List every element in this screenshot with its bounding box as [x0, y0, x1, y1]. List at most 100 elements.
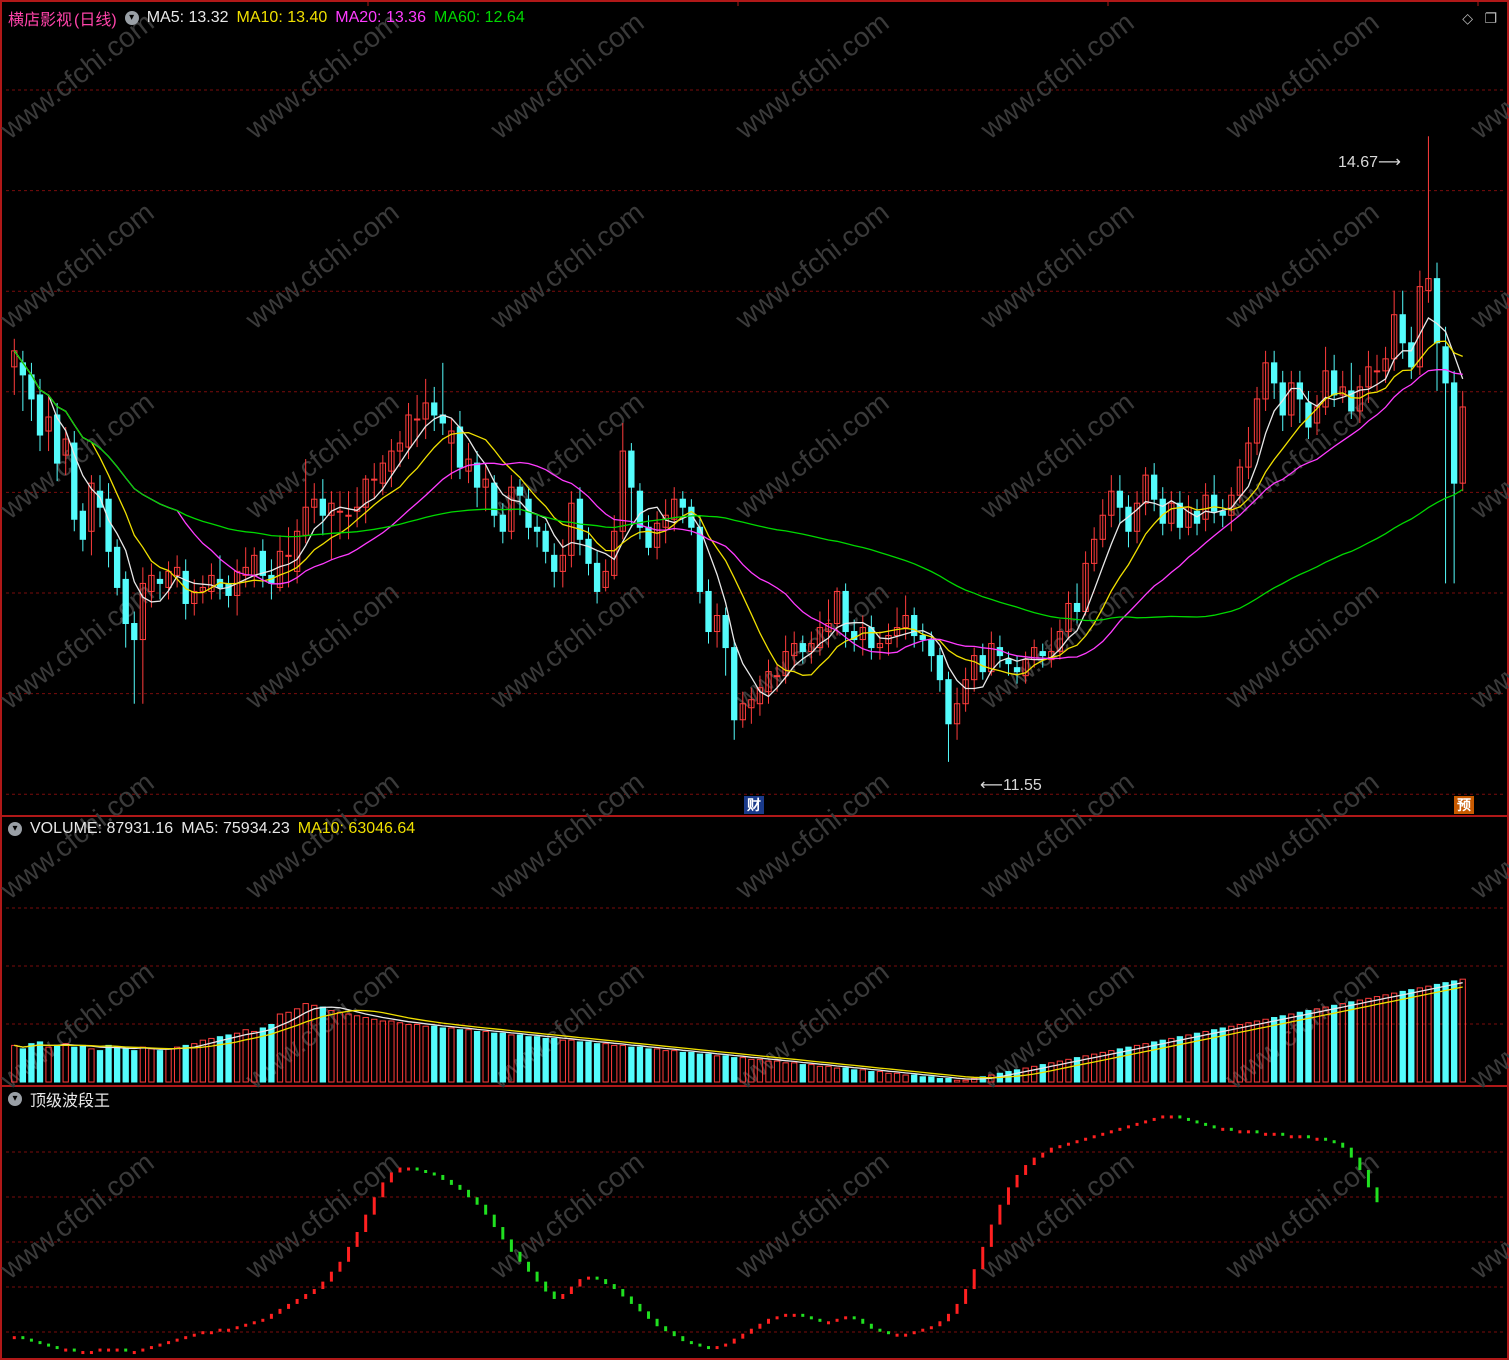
volume-bar: [1348, 1001, 1355, 1083]
wave-bar: [1375, 1187, 1379, 1203]
volume-bar: [208, 1037, 215, 1083]
wave-bar: [124, 1348, 128, 1352]
wave-bar: [1255, 1130, 1259, 1134]
candle-body: [371, 478, 378, 481]
volume-bar: [1373, 996, 1381, 1083]
wave-bar: [1341, 1142, 1345, 1148]
dropdown-icon[interactable]: ▾: [8, 1092, 22, 1106]
wave-bar: [1135, 1122, 1139, 1126]
volume-bar: [105, 1044, 112, 1083]
candle-body: [551, 554, 558, 572]
watermark-text: www.cfchi.com: [0, 386, 160, 525]
watermark-text: www.cfchi.com: [974, 6, 1140, 145]
volume-bar: [551, 1037, 558, 1083]
candle-body: [1116, 490, 1124, 508]
watermark-text: www.cfchi.com: [484, 576, 650, 715]
volume-bar: [88, 1048, 95, 1083]
volume-bar: [19, 1048, 27, 1083]
volume-bar: [611, 1044, 618, 1083]
wave-bar: [1049, 1147, 1053, 1153]
copy-icon[interactable]: ❐: [1484, 10, 1497, 27]
watermark-text: www.cfchi.com: [1464, 386, 1509, 525]
candle-body: [1211, 494, 1218, 512]
watermark-text: www.cfchi.com: [729, 766, 895, 905]
volume-bar: [53, 1044, 61, 1083]
wave-bar: [869, 1323, 873, 1329]
wave-bar: [527, 1261, 531, 1272]
wave-bar: [569, 1286, 573, 1294]
wave-bar: [329, 1271, 333, 1282]
wave-bar: [921, 1328, 925, 1332]
watermark-text: www.cfchi.com: [729, 196, 895, 335]
period-label[interactable]: (日线): [74, 6, 117, 30]
wave-bar: [1032, 1157, 1036, 1166]
wave-bar: [1109, 1130, 1113, 1134]
candle-body: [345, 514, 352, 517]
finance-badge[interactable]: 财: [744, 796, 764, 814]
volume-bar: [525, 1036, 532, 1083]
watermark-text: www.cfchi.com: [1219, 766, 1385, 905]
candle-body: [919, 635, 926, 641]
volume-bar: [688, 1051, 695, 1083]
candle-body: [576, 498, 584, 540]
volume-bar: [28, 1043, 35, 1083]
wave-bar: [304, 1294, 308, 1299]
wave-bar: [724, 1343, 728, 1347]
wave-bar: [227, 1328, 231, 1332]
wave-bar: [38, 1341, 42, 1345]
wave-bar: [1186, 1117, 1190, 1121]
volume-bar: [1142, 1043, 1149, 1083]
candle-body: [585, 538, 592, 564]
wave-bar: [261, 1318, 265, 1322]
candle-body: [113, 546, 121, 588]
wave-bar: [1272, 1132, 1276, 1136]
wave-bar: [707, 1346, 711, 1350]
wave-bar: [64, 1348, 68, 1352]
candle-body: [928, 639, 935, 657]
volume-bar: [885, 1072, 892, 1083]
candle-body: [1151, 474, 1158, 500]
dropdown-icon[interactable]: ▾: [8, 822, 22, 836]
watermark-text: www.cfchi.com: [239, 576, 405, 715]
watermark-text: www.cfchi.com: [729, 1146, 895, 1285]
volume-bar: [422, 1025, 429, 1083]
volume-bar: [405, 1023, 412, 1083]
volume-bar: [379, 1020, 386, 1083]
watermark-text: www.cfchi.com: [239, 1146, 405, 1285]
volume-bar: [859, 1069, 866, 1083]
volume-bar: [148, 1048, 155, 1083]
candle-body: [225, 582, 232, 596]
wave-bar: [407, 1167, 411, 1171]
wave-bar: [347, 1246, 351, 1262]
volume-bar: [1365, 997, 1372, 1083]
watermark-text: www.cfchi.com: [0, 576, 160, 715]
volume-bar: [1133, 1044, 1141, 1083]
wave-bar: [509, 1239, 513, 1252]
wave-bar: [235, 1326, 239, 1330]
forecast-badge[interactable]: 预: [1454, 796, 1474, 814]
wave-bar: [175, 1338, 179, 1342]
volume-bar: [1151, 1041, 1158, 1083]
volume-bar: [431, 1025, 438, 1083]
volume-bar: [1125, 1046, 1132, 1083]
volume-bar: [1116, 1048, 1124, 1083]
wave-panel[interactable]: [12, 1115, 1379, 1355]
candle-body: [1159, 498, 1166, 524]
volume-bar: [225, 1034, 232, 1083]
volume-header: ▾ VOLUME: 87931.16 MA5: 75934.23 MA10: 6…: [8, 818, 423, 840]
watermark-text: www.cfchi.com: [974, 576, 1140, 715]
wave-bar: [998, 1204, 1002, 1225]
wave-bar: [484, 1204, 488, 1215]
volume-bar: [96, 1050, 104, 1083]
volume-bar: [662, 1050, 669, 1083]
dropdown-icon[interactable]: ▾: [124, 11, 139, 25]
candle-body: [1219, 510, 1226, 516]
diamond-icon[interactable]: ◇: [1462, 10, 1473, 27]
stock-title[interactable]: 横店影视: [8, 6, 72, 30]
candle-body: [431, 402, 438, 416]
wave-bar: [441, 1174, 445, 1180]
wave-bar: [201, 1331, 205, 1335]
wave-bar: [1324, 1137, 1328, 1141]
volume-bar: [953, 1079, 961, 1083]
candle-body: [1399, 314, 1406, 344]
